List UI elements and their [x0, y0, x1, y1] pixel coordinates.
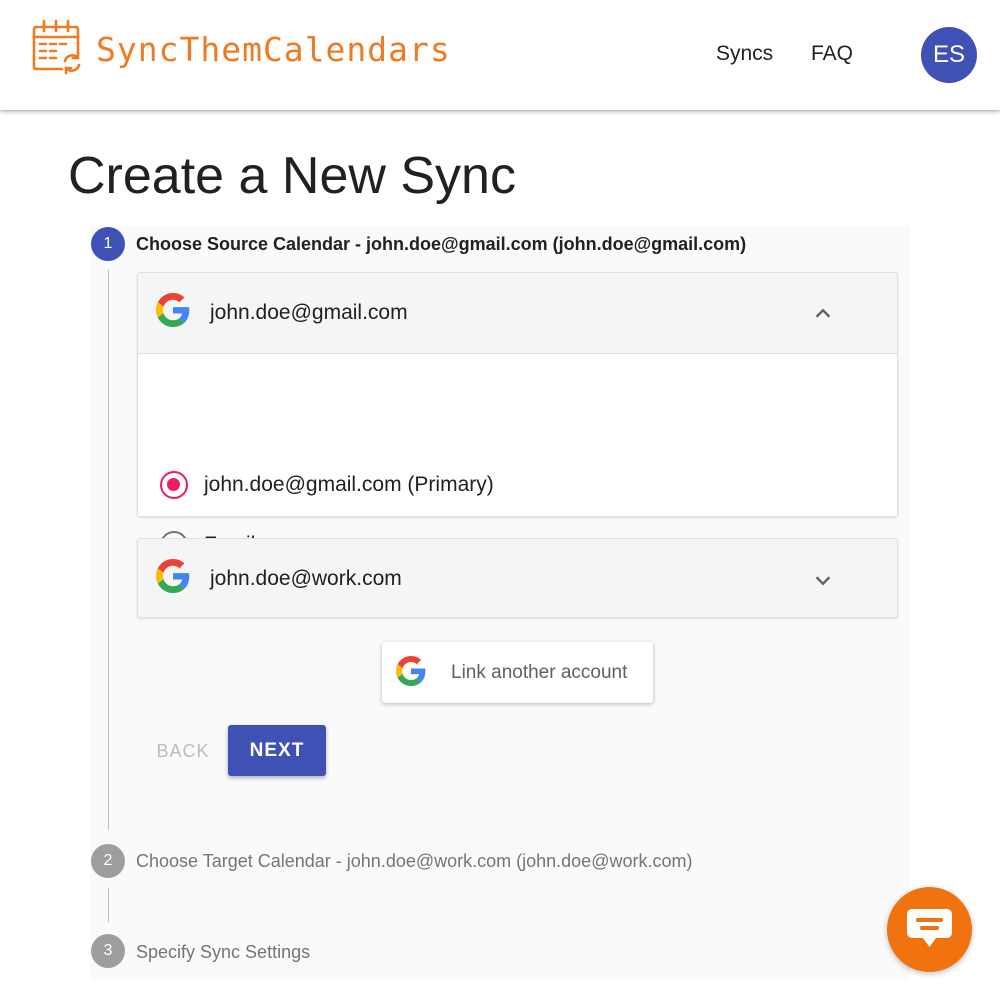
avatar[interactable]: ES	[921, 27, 977, 83]
account-panel-gmail: john.doe@gmail.com john.doe@gmail.com (P…	[137, 272, 898, 559]
page-title: Create a New Sync	[68, 147, 516, 205]
account-email: john.doe@work.com	[210, 567, 402, 590]
step-1-number: 1	[91, 227, 125, 261]
google-icon	[156, 293, 190, 327]
chevron-up-icon[interactable]	[812, 303, 834, 325]
radio-selected[interactable]	[160, 471, 188, 499]
google-icon	[156, 559, 190, 593]
step-connector	[108, 888, 109, 922]
account-panel-work-header[interactable]: john.doe@work.com	[138, 539, 897, 619]
chat-button[interactable]	[887, 887, 972, 972]
step-1-label: Choose Source Calendar - john.doe@gmail.…	[136, 234, 747, 254]
step-2-number: 2	[91, 844, 125, 878]
chevron-down-icon[interactable]	[812, 569, 834, 591]
calendar-sync-icon[interactable]	[32, 19, 84, 75]
nav-faq-link[interactable]: FAQ	[811, 42, 853, 66]
calendar-list: john.doe@gmail.com (Primary) Family	[138, 353, 897, 559]
app-header: SyncThemCalendars Syncs FAQ ES	[0, 0, 1000, 110]
link-account-label: Link another account	[451, 662, 628, 683]
step-connector	[108, 270, 109, 830]
account-panel-gmail-header[interactable]: john.doe@gmail.com	[138, 273, 897, 353]
link-account-button[interactable]: Link another account	[382, 642, 653, 703]
calendar-option-primary[interactable]: john.doe@gmail.com (Primary)	[160, 469, 494, 501]
next-button[interactable]: NEXT	[228, 725, 326, 776]
brand-name[interactable]: SyncThemCalendars	[96, 30, 451, 69]
account-email: john.doe@gmail.com	[210, 301, 408, 324]
nav-syncs-link[interactable]: Syncs	[716, 42, 773, 66]
step-3-number: 3	[91, 934, 125, 968]
chat-icon	[907, 909, 952, 947]
back-button[interactable]: BACK	[138, 730, 228, 772]
step-3-label: Specify Sync Settings	[136, 942, 311, 962]
calendar-option-label: john.doe@gmail.com (Primary)	[204, 473, 494, 496]
account-panel-work: john.doe@work.com	[137, 538, 898, 618]
google-icon	[396, 656, 426, 686]
step-2-label: Choose Target Calendar - john.doe@work.c…	[136, 851, 693, 871]
